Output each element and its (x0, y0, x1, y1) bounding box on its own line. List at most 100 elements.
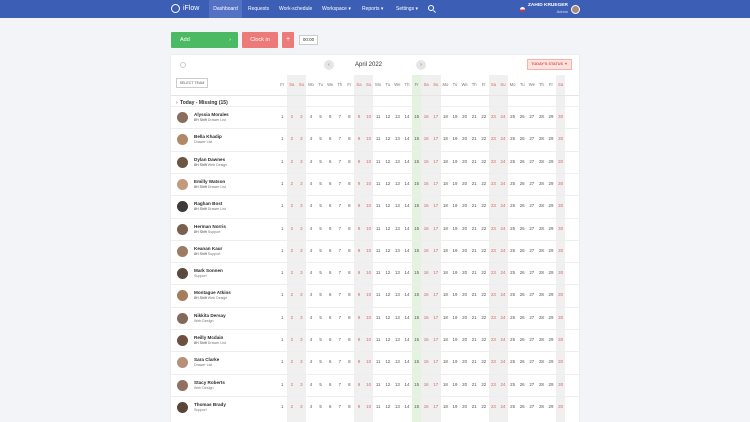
day-cell[interactable]: 23 (489, 203, 499, 208)
day-cell[interactable]: 16 (421, 270, 431, 275)
day-cell[interactable]: 26 (517, 404, 527, 409)
day-cell[interactable]: 14 (402, 359, 412, 364)
day-cell[interactable]: 13 (393, 181, 403, 186)
day-cell[interactable]: 3 (297, 181, 307, 186)
day-cell[interactable]: 15 (412, 382, 422, 387)
day-cell[interactable]: 19 (450, 114, 460, 119)
day-cell[interactable]: 26 (517, 203, 527, 208)
day-cell[interactable]: 22 (479, 226, 489, 231)
day-cell[interactable]: 8 (345, 382, 355, 387)
day-cell[interactable]: 17 (431, 270, 441, 275)
day-cell[interactable]: 17 (431, 114, 441, 119)
day-cell[interactable]: 9 (354, 248, 364, 253)
day-cell[interactable]: 23 (489, 181, 499, 186)
day-cell[interactable]: 6 (325, 404, 335, 409)
day-cell[interactable]: 6 (325, 292, 335, 297)
day-cell[interactable]: 4 (306, 114, 316, 119)
day-cell[interactable]: 5 (316, 203, 326, 208)
employee-row[interactable]: Nikkita Dersay Web Design 1 2 3 4 5 6 7 8 9 10 11 12 1… (171, 306, 579, 329)
day-cell[interactable]: 10 (364, 114, 374, 119)
day-cell[interactable]: 15 (412, 292, 422, 297)
day-cell[interactable]: 13 (393, 315, 403, 320)
day-cell[interactable]: 3 (297, 292, 307, 297)
day-cell[interactable]: 4 (306, 270, 316, 275)
day-cell[interactable]: 28 (537, 248, 547, 253)
day-cell[interactable]: 12 (383, 181, 393, 186)
day-cell[interactable]: 8 (345, 226, 355, 231)
day-cell[interactable]: 23 (489, 359, 499, 364)
day-cell[interactable]: 16 (421, 248, 431, 253)
day-cell[interactable]: 18 (441, 337, 451, 342)
day-cell[interactable]: 20 (460, 181, 470, 186)
day-cell[interactable]: 22 (479, 159, 489, 164)
day-cell[interactable]: 13 (393, 159, 403, 164)
day-cell[interactable]: 22 (479, 270, 489, 275)
day-cell[interactable]: 29 (546, 159, 556, 164)
day-cell[interactable]: 9 (354, 404, 364, 409)
day-cell[interactable]: 13 (393, 337, 403, 342)
day-cell[interactable]: 10 (364, 203, 374, 208)
day-cell[interactable]: 4 (306, 181, 316, 186)
day-cell[interactable]: 26 (517, 270, 527, 275)
day-cell[interactable]: 6 (325, 136, 335, 141)
day-cell[interactable]: 10 (364, 292, 374, 297)
day-cell[interactable]: 22 (479, 181, 489, 186)
day-cell[interactable]: 23 (489, 382, 499, 387)
employee-row[interactable]: Dylan Dawnes 8H Shift Web Design 1 2 3 4 5 6 7 8 9… (171, 150, 579, 173)
day-cell[interactable]: 24 (498, 181, 508, 186)
day-cell[interactable]: 10 (364, 159, 374, 164)
day-cell[interactable]: 30 (556, 114, 566, 119)
day-cell[interactable]: 25 (508, 404, 518, 409)
day-cell[interactable]: 20 (460, 248, 470, 253)
nav-reports[interactable]: Reports ▾ (362, 0, 383, 18)
day-cell[interactable]: 28 (537, 203, 547, 208)
day-cell[interactable]: 11 (373, 203, 383, 208)
day-cell[interactable]: 14 (402, 315, 412, 320)
day-cell[interactable]: 28 (537, 114, 547, 119)
day-cell[interactable]: 27 (527, 136, 537, 141)
day-cell[interactable]: 2 (287, 203, 297, 208)
day-cell[interactable]: 3 (297, 382, 307, 387)
day-cell[interactable]: 25 (508, 359, 518, 364)
day-cell[interactable]: 10 (364, 315, 374, 320)
day-cell[interactable]: 6 (325, 203, 335, 208)
day-cell[interactable]: 22 (479, 359, 489, 364)
day-cell[interactable]: 14 (402, 203, 412, 208)
day-cell[interactable]: 18 (441, 382, 451, 387)
day-cell[interactable]: 11 (373, 382, 383, 387)
day-cell[interactable]: 27 (527, 248, 537, 253)
day-cell[interactable]: 29 (546, 203, 556, 208)
day-cell[interactable]: 9 (354, 114, 364, 119)
day-cell[interactable]: 15 (412, 114, 422, 119)
search-icon[interactable] (428, 5, 434, 11)
day-cell[interactable]: 1 (277, 181, 287, 186)
day-cell[interactable]: 23 (489, 248, 499, 253)
day-cell[interactable]: 1 (277, 114, 287, 119)
day-cell[interactable]: 10 (364, 270, 374, 275)
employee-row[interactable]: Alyssia Morales 8H Shift Drawer List 1 2 3 4 5… (171, 106, 579, 128)
day-cell[interactable]: 5 (316, 226, 326, 231)
day-cell[interactable]: 10 (364, 359, 374, 364)
day-cell[interactable]: 29 (546, 359, 556, 364)
day-cell[interactable]: 7 (335, 315, 345, 320)
day-cell[interactable]: 18 (441, 114, 451, 119)
plus-button[interactable]: + (282, 32, 294, 48)
day-cell[interactable]: 27 (527, 292, 537, 297)
day-cell[interactable]: 25 (508, 315, 518, 320)
day-cell[interactable]: 22 (479, 248, 489, 253)
day-cell[interactable]: 21 (469, 248, 479, 253)
day-cell[interactable]: 29 (546, 114, 556, 119)
day-cell[interactable]: 21 (469, 359, 479, 364)
nav-work-schedule[interactable]: Work-schedule (279, 0, 312, 18)
day-cell[interactable]: 4 (306, 292, 316, 297)
day-cell[interactable]: 21 (469, 226, 479, 231)
day-cell[interactable]: 1 (277, 159, 287, 164)
day-cell[interactable]: 7 (335, 404, 345, 409)
day-cell[interactable]: 19 (450, 159, 460, 164)
day-cell[interactable]: 4 (306, 226, 316, 231)
day-cell[interactable]: 21 (469, 203, 479, 208)
employee-row[interactable]: Thomas Brady Support 1 2 3 4 5 6 7 8 9 10 11 12 13 14 15… (171, 395, 579, 418)
day-cell[interactable]: 21 (469, 270, 479, 275)
day-cell[interactable]: 18 (441, 136, 451, 141)
day-cell[interactable]: 25 (508, 203, 518, 208)
